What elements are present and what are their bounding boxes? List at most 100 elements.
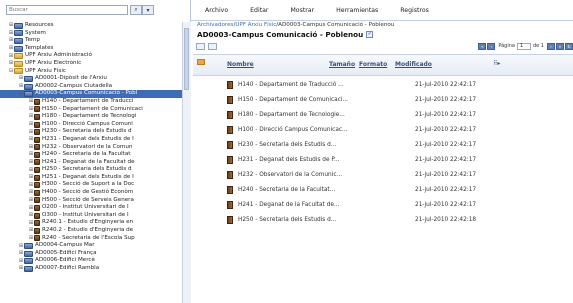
tree-item-label: H230 - Secretaria dels Estudis d <box>42 128 132 135</box>
tree-scrollbar[interactable] <box>182 22 191 303</box>
tree-item[interactable]: ⊞ H241 - Deganat de la Facultat de <box>0 159 182 167</box>
tree-item[interactable]: ⊞ H140 - Departament de Traducci <box>0 98 182 106</box>
row-modified: 21-jul-2010 22:42:17 <box>415 127 477 133</box>
tree-item[interactable]: ⊞ H230 - Secretaria dels Estudis d <box>0 128 182 136</box>
table-row[interactable]: H140 - Departament de Traducció ... 21-ju… <box>193 79 573 94</box>
scrollbar-thumb[interactable] <box>184 28 189 90</box>
row-name[interactable]: H231 - Deganat dels Estudis de P... <box>238 157 340 163</box>
binder-icon <box>227 96 233 104</box>
table-row[interactable]: H231 - Deganat dels Estudis de P... 21-ju… <box>193 154 573 169</box>
tree-item[interactable]: ⊞ UPF Arxiu Electrònic <box>0 60 182 68</box>
table-row[interactable]: H180 - Departament de Tecnologie... 21-ju… <box>193 109 573 124</box>
row-name[interactable]: H230 - Secretaria dels Estudis d... <box>238 142 336 148</box>
binder-icon <box>34 235 40 242</box>
tree-item[interactable]: ⊞ H400 - Secció de Gestió Econòm <box>0 189 182 197</box>
tree-item[interactable]: ⊞ O200 - Institut Universitari de I <box>0 204 182 212</box>
tree-item[interactable]: ⊞ H232 - Observatori de la Comun <box>0 144 182 152</box>
tree-item[interactable]: ⊞ AD0007-Edifici Rambla <box>0 265 182 273</box>
folder-type-icon <box>197 59 205 65</box>
tree-item-label: H250 - Secretaria dels Estudis d <box>42 166 132 173</box>
table-row[interactable]: H150 - Departament de Comunicaci... 21-ju… <box>193 94 573 109</box>
tree-item-label: R240.1 - Estudis d'Enginyeria en <box>42 219 134 226</box>
breadcrumb-link-archivadores[interactable]: Archivadores <box>197 22 233 28</box>
row-name[interactable]: H180 - Departament de Tecnologie... <box>238 112 345 118</box>
tree-item[interactable]: ⊞ System <box>0 30 182 38</box>
page-number-input[interactable]: 1 <box>516 42 531 50</box>
folder-tree: ⊞ Resources ⊞ System ⊞ Temp ⊞ Templates ⊞ UPF Arx… <box>0 22 182 303</box>
tree-item[interactable]: ⊞ AD0004-Campus Mar <box>0 242 182 250</box>
table-row[interactable]: H232 - Observatori de la Comunic... 21-ju… <box>193 169 573 184</box>
table-row[interactable]: H241 - Deganat de la Facultat de... 21-ju… <box>193 199 573 214</box>
column-header-name[interactable]: Nombre <box>227 61 254 68</box>
tree-item-label: H140 - Departament de Traducci <box>42 97 134 104</box>
tree-item[interactable]: ⊞ H180 - Departament de Tecnologi <box>0 113 182 121</box>
tree-item-label: H300 - Secció de Suport a la Doc <box>42 181 135 188</box>
menu-item-4[interactable]: Registros <box>400 7 429 14</box>
tree-item[interactable]: ⊞ H231 - Deganat dels Estudis de I <box>0 136 182 144</box>
row-name[interactable]: H140 - Departament de Traducció ... <box>238 82 344 88</box>
tree-item[interactable]: ⊞ Resources <box>0 22 182 30</box>
tree-item[interactable]: ⊞ H500 - Secció de Serveis Genera <box>0 197 182 205</box>
cabinet-icon <box>24 258 33 265</box>
row-name[interactable]: H240 - Secretaria de la Facultat... <box>238 187 335 193</box>
row-name[interactable]: H150 - Departament de Comunicaci... <box>238 97 348 103</box>
search-icon[interactable]: ⌕ <box>130 5 142 15</box>
tree-item[interactable]: ⊞ H150 - Departament de Comunicaci <box>0 106 182 114</box>
pager-label: Página <box>498 43 515 49</box>
row-modified: 21-jul-2010 22:42:17 <box>415 112 477 118</box>
row-modified: 21-jul-2010 22:42:17 <box>415 82 477 88</box>
tree-item[interactable]: ⊞ H240 - Secretaria de la Facultat <box>0 151 182 159</box>
column-options-icon[interactable]: ⠿▸ <box>493 60 500 67</box>
tree-item[interactable]: ⊞ R240.2 - Estudis d'Enginyeria de <box>0 227 182 235</box>
toolbar-left <box>193 42 217 50</box>
row-modified: 21-jul-2010 22:42:17 <box>415 202 477 208</box>
tree-item-label: Temp <box>25 37 40 44</box>
menu-item-2[interactable]: Mostrar <box>290 7 314 14</box>
tree-item[interactable]: ⊞ H100 - Direcció Campus Comuni <box>0 121 182 129</box>
prev-page-icon[interactable]: ‹ <box>487 42 496 50</box>
last-page-icon[interactable]: » <box>556 42 564 50</box>
tree-item-label: O300 - Institut Universitari de I <box>42 211 129 218</box>
row-modified: 21-jul-2010 22:42:17 <box>415 172 477 178</box>
table-row[interactable]: H230 - Secretaria dels Estudis d... 21-ju… <box>193 139 573 154</box>
menu-item-0[interactable]: Archivo <box>205 7 228 14</box>
row-name[interactable]: H250 - Secretaria dels Estudis d... <box>238 217 336 223</box>
list-view-icon[interactable] <box>196 42 205 50</box>
grid-view-icon[interactable] <box>208 42 217 50</box>
tree-item[interactable]: ⊞ UPF Arxiu Administració <box>0 52 182 60</box>
binder-icon <box>34 136 40 143</box>
column-header-modified[interactable]: Modificado <box>395 61 432 68</box>
next-page-icon[interactable]: › <box>547 42 555 50</box>
column-header-size[interactable]: Tamaño <box>329 61 355 68</box>
tree-item[interactable]: ⊟ AD0003-Campus Comunicació - Pobl <box>0 90 182 98</box>
tree-item[interactable]: ⊞ Temp <box>0 37 182 45</box>
breadcrumb-link-upf-arxiu-fisic[interactable]: UPF Arxiu Físic <box>235 22 276 28</box>
tree-item[interactable]: ⊞ H250 - Secretaria dels Estudis d <box>0 166 182 174</box>
column-header-format[interactable]: Formato <box>359 61 387 68</box>
binder-icon <box>227 156 233 164</box>
first-page-icon[interactable]: « <box>478 42 487 50</box>
tree-item[interactable]: ⊞ R240 - Secretaria de l'Escola Sup <box>0 235 182 243</box>
tree-item-label: AD0006-Edifici Mercè <box>35 257 95 264</box>
tree-item-label: Resources <box>25 22 54 28</box>
row-name[interactable]: H232 - Observatori de la Comunic... <box>238 172 342 178</box>
check-icon[interactable]: ✓ <box>366 31 374 38</box>
table-row[interactable]: H100 - Direcció Campus Comunicac... 21-ju… <box>193 124 573 139</box>
cabinet-icon <box>24 83 33 90</box>
menu-item-1[interactable]: Editar <box>250 7 268 14</box>
tree-item[interactable]: ⊞ AD0006-Edifici Mercè <box>0 257 182 265</box>
search-dropdown-icon[interactable]: ▾ <box>142 5 154 15</box>
search-input[interactable]: Buscar <box>6 5 128 15</box>
tree-item-label: AD0007-Edifici Rambla <box>35 265 100 271</box>
row-name[interactable]: H241 - Deganat de la Facultat de... <box>238 202 339 208</box>
table-row[interactable]: H250 - Secretaria dels Estudis d... 21-ju… <box>193 214 573 229</box>
tree-item[interactable]: ⊞ AD0001-Dipòsit de l'Arxiu <box>0 75 182 83</box>
row-name[interactable]: H100 - Direcció Campus Comunicac... <box>238 127 348 133</box>
tree-item[interactable]: ⊞ O300 - Institut Universitari de I <box>0 212 182 220</box>
tree-item[interactable]: ⊞ H300 - Secció de Suport a la Doc <box>0 181 182 189</box>
tree-item[interactable]: ⊞ R240.1 - Estudis d'Enginyeria en <box>0 219 182 227</box>
menu-item-3[interactable]: Herramientas <box>336 7 378 14</box>
tree-item-label: AD0004-Campus Mar <box>35 242 95 249</box>
table-row[interactable]: H240 - Secretaria de la Facultat... 21-ju… <box>193 184 573 199</box>
refresh-icon[interactable]: ↻ <box>565 42 573 50</box>
